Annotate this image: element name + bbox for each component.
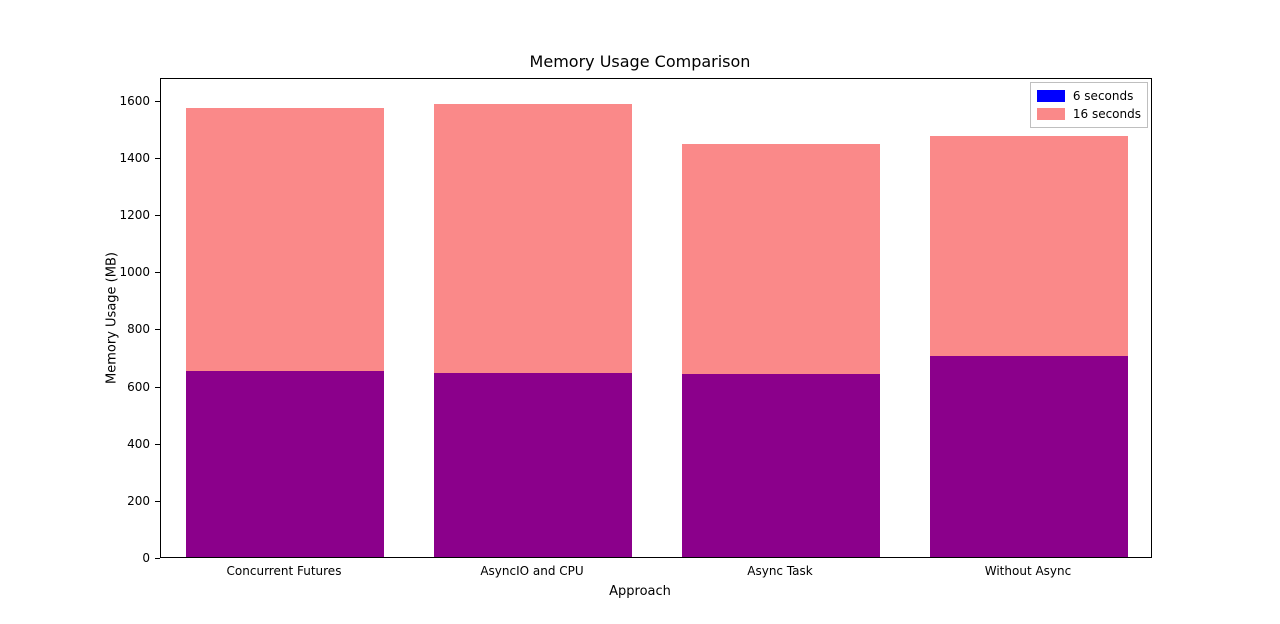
- bar-3-series-1: [930, 136, 1128, 356]
- bar-1-series-1: [434, 104, 632, 373]
- x-tick-label: Async Task: [680, 564, 880, 578]
- bar-2-series-1: [682, 144, 880, 374]
- legend-label-1: 16 seconds: [1073, 105, 1141, 123]
- chart-figure: Memory Usage Comparison Memory Usage (MB…: [0, 0, 1280, 624]
- bar-1-series-0: [434, 373, 632, 557]
- y-tick-mark: [155, 558, 160, 559]
- legend-item-1: 16 seconds: [1037, 105, 1141, 123]
- legend-swatch-1: [1037, 108, 1065, 120]
- y-tick-label: 1600: [0, 94, 150, 108]
- bar-0-series-1: [186, 108, 384, 371]
- y-tick-label: 0: [0, 551, 150, 565]
- x-tick-label: AsyncIO and CPU: [432, 564, 632, 578]
- legend-item-0: 6 seconds: [1037, 87, 1141, 105]
- x-tick-label: Without Async: [928, 564, 1128, 578]
- y-tick-label: 400: [0, 437, 150, 451]
- y-tick-label: 600: [0, 380, 150, 394]
- y-tick-label: 800: [0, 322, 150, 336]
- x-axis-label: Approach: [0, 584, 1280, 599]
- y-tick-label: 200: [0, 494, 150, 508]
- y-tick-label: 1000: [0, 265, 150, 279]
- plot-area: [160, 78, 1152, 558]
- legend: 6 seconds 16 seconds: [1030, 82, 1148, 128]
- legend-label-0: 6 seconds: [1073, 87, 1134, 105]
- legend-swatch-0: [1037, 90, 1065, 102]
- x-tick-label: Concurrent Futures: [184, 564, 384, 578]
- bar-3-series-0: [930, 356, 1128, 557]
- bar-2-series-0: [682, 374, 880, 557]
- y-tick-label: 1200: [0, 208, 150, 222]
- chart-title: Memory Usage Comparison: [0, 52, 1280, 71]
- y-tick-label: 1400: [0, 151, 150, 165]
- bar-0-series-0: [186, 371, 384, 557]
